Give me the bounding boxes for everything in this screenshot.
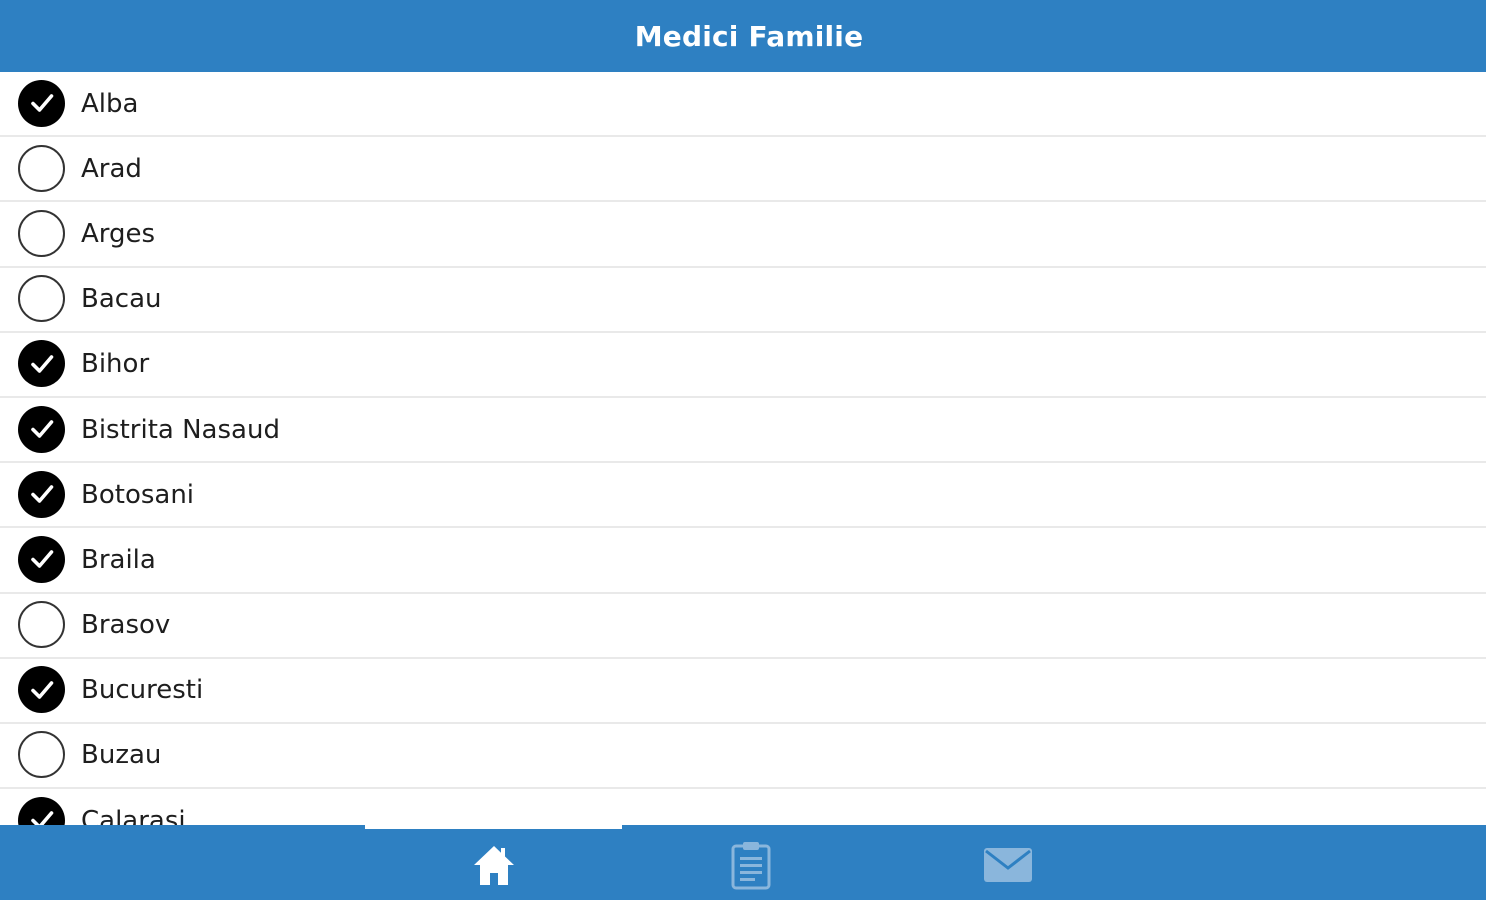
list-item-label: Buzau bbox=[81, 740, 162, 771]
clipboard-icon bbox=[731, 841, 770, 889]
checkmark-glyph bbox=[30, 485, 53, 504]
list-item-label: Braila bbox=[81, 544, 156, 575]
checkmark-icon[interactable] bbox=[18, 666, 65, 714]
checkmark-glyph bbox=[30, 94, 53, 112]
checkmark-glyph bbox=[30, 550, 53, 569]
list-item[interactable]: Calarasi bbox=[0, 789, 1486, 825]
checkmark-glyph bbox=[30, 811, 53, 825]
list-item-label: Botosani bbox=[81, 479, 195, 510]
empty-circle-icon[interactable] bbox=[18, 275, 65, 323]
list-item[interactable]: Arad bbox=[0, 137, 1486, 203]
empty-circle-icon[interactable] bbox=[18, 144, 65, 192]
checkmark-icon[interactable] bbox=[18, 535, 65, 583]
list-item-label: Brasov bbox=[81, 610, 171, 641]
list-item-label: Alba bbox=[81, 88, 139, 119]
county-list[interactable]: Alba Arad Arges Bacau Bihor Bistrita Nas… bbox=[0, 72, 1486, 825]
list-item[interactable]: Botosani bbox=[0, 463, 1486, 529]
checkmark-icon[interactable] bbox=[18, 405, 65, 453]
tab-home[interactable] bbox=[365, 829, 622, 900]
list-item[interactable]: Bihor bbox=[0, 333, 1486, 398]
page-title: Medici Familie bbox=[634, 19, 864, 53]
mail-icon bbox=[983, 847, 1032, 882]
list-item-label: Arges bbox=[81, 218, 156, 249]
checkmark-icon[interactable] bbox=[18, 79, 65, 127]
bottom-tab-bar bbox=[0, 825, 1486, 900]
empty-circle-icon[interactable] bbox=[18, 731, 65, 779]
checkmark-glyph bbox=[30, 355, 53, 373]
checkmark-icon[interactable] bbox=[18, 796, 65, 825]
checkmark-glyph bbox=[30, 680, 53, 699]
empty-circle-icon[interactable] bbox=[18, 601, 65, 649]
list-item[interactable]: Buzau bbox=[0, 724, 1486, 790]
list-item-label: Arad bbox=[81, 153, 142, 184]
list-item[interactable]: Alba bbox=[0, 72, 1486, 138]
list-item[interactable]: Bistrita Nasaud bbox=[0, 398, 1486, 464]
list-item-label: Bucuresti bbox=[81, 675, 204, 706]
checkmark-icon[interactable] bbox=[18, 470, 65, 518]
list-item-label: Bacau bbox=[81, 284, 162, 315]
list-item-label: Bihor bbox=[81, 349, 150, 380]
list-item[interactable]: Bacau bbox=[0, 268, 1486, 333]
list-item[interactable]: Brasov bbox=[0, 594, 1486, 659]
header-bar: Medici Familie bbox=[0, 0, 1486, 72]
list-item[interactable]: Braila bbox=[0, 528, 1486, 594]
list-item[interactable]: Arges bbox=[0, 202, 1486, 268]
list-item[interactable]: Bucuresti bbox=[0, 659, 1486, 724]
empty-circle-icon[interactable] bbox=[18, 209, 65, 257]
checkmark-icon[interactable] bbox=[18, 340, 65, 388]
list-item-label: Calarasi bbox=[81, 805, 186, 825]
tab-list[interactable] bbox=[622, 829, 879, 900]
list-item-label: Bistrita Nasaud bbox=[81, 414, 280, 445]
home-icon bbox=[473, 845, 514, 885]
checkmark-glyph bbox=[30, 420, 53, 438]
tab-mail[interactable] bbox=[879, 829, 1136, 900]
